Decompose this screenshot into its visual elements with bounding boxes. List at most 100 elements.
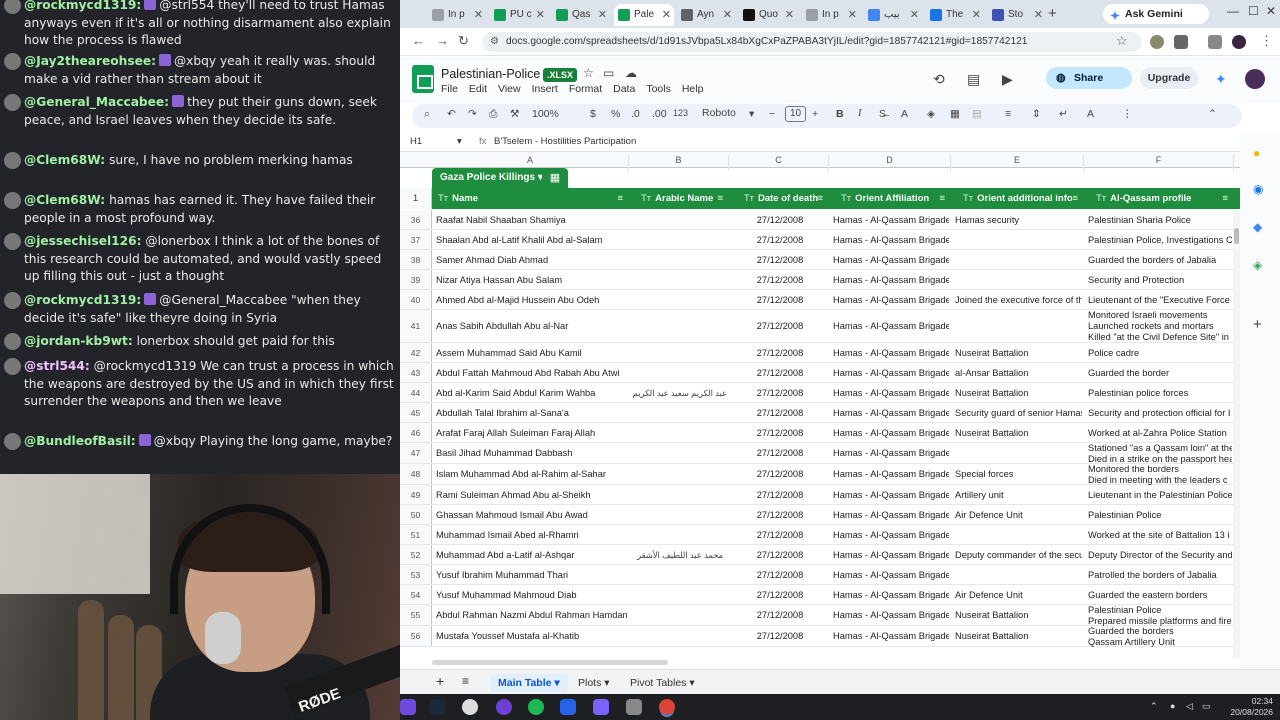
text-color-icon[interactable]: A: [901, 108, 908, 120]
row-number[interactable]: 41: [400, 310, 432, 342]
row-number[interactable]: 55: [400, 605, 432, 625]
app-icon[interactable]: [560, 699, 576, 715]
cell-date[interactable]: 27/12/2008: [733, 590, 827, 601]
cell-aff[interactable]: Hamas - Al-Qassam Brigades: [833, 215, 949, 226]
menu-tools[interactable]: Tools: [646, 83, 671, 95]
cell-aff[interactable]: Hamas - Al-Qassam Brigades: [833, 530, 949, 541]
column-letter-c[interactable]: C: [729, 155, 829, 171]
cell-name[interactable]: Ahmed Abd al-Majid Hussein Abu Odeh: [436, 295, 627, 306]
tab-close-icon[interactable]: ✕: [723, 4, 732, 26]
cell-profile[interactable]: Guarded the borders of Jabalia: [1088, 255, 1232, 270]
more-options-icon[interactable]: ⋮: [1122, 108, 1133, 120]
cell-aff[interactable]: Hamas - Al-Qassam Brigades: [833, 610, 949, 621]
row-number[interactable]: 52: [400, 545, 432, 564]
column-header[interactable]: Tт Arabic Name ≡: [633, 188, 729, 209]
cell-aff[interactable]: Hamas - Al-Qassam Brigades: [833, 321, 949, 332]
cell-name[interactable]: Assem Muhammad Said Abu Kamil: [436, 348, 627, 359]
cell-date[interactable]: 27/12/2008: [733, 275, 827, 286]
row-number[interactable]: 48: [400, 464, 432, 484]
chat-username[interactable]: @strl544:: [24, 359, 90, 373]
chat-username[interactable]: @Jay2theareohsee:: [24, 54, 156, 68]
row-number[interactable]: 45: [400, 403, 432, 422]
cell-aff[interactable]: Hamas - Al-Qassam Brigades: [833, 469, 949, 480]
column-letter-d[interactable]: D: [829, 155, 951, 171]
table-row[interactable]: 53 Yusuf Ibrahim Muhammad Thari 27/12/2008…: [400, 565, 1234, 585]
cell-profile[interactable]: Security and protection official for I: [1088, 408, 1232, 423]
cell-info[interactable]: Security guard of senior Hamas: [955, 408, 1082, 419]
cloud-status-icon[interactable]: ☁: [625, 66, 637, 80]
cell-profile[interactable]: Monitored Israeli movements Launched roc…: [1088, 310, 1232, 343]
column-letter-e[interactable]: E: [951, 155, 1084, 171]
row-number[interactable]: 37: [400, 230, 432, 249]
tasks-icon[interactable]: ◉: [1253, 182, 1263, 196]
tab-close-icon[interactable]: ✕: [474, 4, 483, 26]
cell-info[interactable]: Air Defence Unit: [955, 590, 1082, 601]
cell-date[interactable]: 27/12/2008: [733, 428, 827, 439]
cell-date[interactable]: 27/12/2008: [733, 295, 827, 306]
cell-info[interactable]: Nuseirat Battalion: [955, 631, 1082, 642]
table-row[interactable]: 52 Muhammad Abd a-Latif al-Ashqar محمد عبد…: [400, 545, 1234, 565]
cell-aff[interactable]: Hamas - Al-Qassam Brigades: [833, 570, 949, 581]
decrease-font-size-button[interactable]: −: [769, 108, 775, 120]
site-info-icon[interactable]: ⚙: [490, 32, 499, 52]
horizontal-scrollbar[interactable]: [432, 660, 668, 665]
cell-name[interactable]: Abdul Rahman Nazmi Abdul Rahman Hamdan: [436, 610, 627, 621]
maps-icon[interactable]: ◈: [1253, 258, 1262, 272]
menu-edit[interactable]: Edit: [469, 83, 487, 95]
column-letter-f[interactable]: F: [1084, 155, 1234, 171]
row-number[interactable]: 50: [400, 505, 432, 524]
spotify-icon[interactable]: [528, 699, 544, 715]
table-row[interactable]: 44 Abd al-Karim Said Abdul Karim Wahba عبد…: [400, 383, 1234, 403]
redo-icon[interactable]: ↷: [468, 108, 477, 120]
cell-aff[interactable]: Hamas - Al-Qassam Brigades: [833, 275, 949, 286]
sheet-tab-menu-icon[interactable]: ▾: [686, 677, 694, 689]
merge-cells-icon[interactable]: ▤: [972, 108, 982, 120]
fill-color-icon[interactable]: ◈: [927, 108, 935, 120]
tab-close-icon[interactable]: ✕: [598, 4, 607, 26]
cell-date[interactable]: 27/12/2008: [733, 510, 827, 521]
filter-icon[interactable]: ≡: [1222, 188, 1228, 209]
star-icon[interactable]: ☆: [583, 66, 594, 80]
cell-aff[interactable]: Hamas - Al-Qassam Brigades: [833, 590, 949, 601]
increase-decimal-button[interactable]: .00: [652, 108, 667, 120]
browser-tab[interactable]: In p ✕: [428, 4, 486, 26]
cell-date[interactable]: 27/12/2008: [733, 448, 827, 459]
cell-aff[interactable]: Hamas - Al-Qassam Brigades: [833, 490, 949, 501]
cell-info[interactable]: Artillery unit: [955, 490, 1082, 501]
cell-profile[interactable]: Palestinian police forces: [1088, 388, 1232, 403]
row-number[interactable]: 47: [400, 443, 432, 463]
chrome-icon[interactable]: [659, 699, 675, 715]
cell-profile[interactable]: Worked at al-Zahra Police Station: [1088, 428, 1232, 443]
number-format-button[interactable]: 123: [673, 108, 688, 118]
table-row[interactable]: 42 Assem Muhammad Said Abu Kamil 27/12/200…: [400, 343, 1234, 363]
table-name-chip[interactable]: Gaza Police Killings ▾: [432, 168, 551, 188]
cell-date[interactable]: 27/12/2008: [733, 215, 827, 226]
browser-tab[interactable]: ﺑﻴﺐ ✕: [864, 4, 922, 26]
column-header[interactable]: Tт Al-Qassam profile ≡: [1088, 188, 1234, 209]
cell-name[interactable]: Samer Ahmad Diab Ahmad: [436, 255, 627, 266]
back-icon[interactable]: ←: [412, 33, 425, 48]
table-row[interactable]: 48 Islam Muhammad Abd al-Rahim al-Sahar 27…: [400, 464, 1234, 485]
sheet-tab[interactable]: Main Table ▾: [490, 674, 568, 692]
forward-icon[interactable]: →: [436, 33, 449, 48]
app-icon[interactable]: [496, 699, 512, 715]
column-header[interactable]: Tт Date of death ≡: [733, 188, 829, 209]
cell-name[interactable]: Muhammad Abd a-Latif al-Ashqar: [436, 550, 627, 561]
filter-icon[interactable]: ≡: [1072, 188, 1078, 209]
horizontal-align-icon[interactable]: ≡: [1005, 108, 1011, 120]
print-icon[interactable]: ⎙: [489, 108, 497, 121]
cell-name[interactable]: Abdullah Talal Ibrahim al-Sana'a: [436, 408, 627, 419]
tab-close-icon[interactable]: ✕: [536, 4, 545, 26]
cell-profile[interactable]: Lieutenant of the "Executive Force: [1088, 295, 1232, 310]
new-tab-button[interactable]: +: [1048, 5, 1057, 22]
chat-username[interactable]: @Clem68W:: [24, 153, 105, 167]
sheet-tab-menu-icon[interactable]: ▾: [551, 677, 559, 689]
cell-date[interactable]: 27/12/2008: [733, 550, 827, 561]
table-row[interactable]: 43 Abdul Fattah Mahmoud Abd Rabah Abu Atw…: [400, 363, 1234, 383]
chat-username[interactable]: @rockmycd1319:: [24, 293, 141, 307]
chat-username[interactable]: @rockmycd1319:: [24, 0, 141, 12]
name-box[interactable]: H1: [410, 136, 422, 147]
cell-aff[interactable]: Hamas - Al-Qassam Brigades: [833, 295, 949, 306]
filter-icon[interactable]: ≡: [617, 188, 623, 209]
tray-chevron-icon[interactable]: ⌃: [1150, 701, 1158, 712]
